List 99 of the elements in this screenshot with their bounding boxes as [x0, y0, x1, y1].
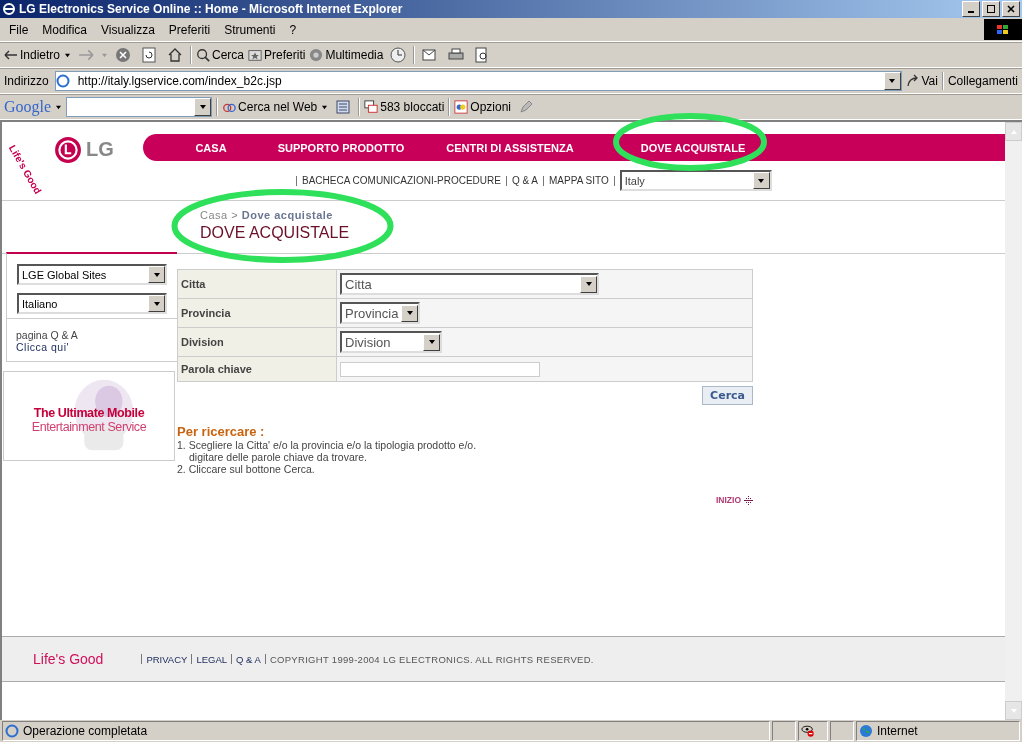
keyword-input-field[interactable]	[340, 361, 540, 377]
sub-nav-link[interactable]: Q & A	[511, 175, 539, 186]
help-step: 2. Cliccare sul bottone Cerca.	[177, 463, 753, 475]
nav-tab[interactable]: CENTRI DI ASSISTENZA	[420, 141, 600, 154]
minimize-button[interactable]	[962, 1, 980, 17]
search-button[interactable]: Cerca	[196, 48, 245, 62]
country-dropdown[interactable]: Italy	[619, 170, 772, 191]
go-button[interactable]: Vai	[905, 74, 938, 88]
form-label: Parola chiave	[178, 357, 337, 381]
footer-link[interactable]: Q & A	[236, 653, 261, 665]
windows-logo-icon	[995, 22, 1011, 37]
down-arrow-icon	[1009, 707, 1018, 714]
close-button[interactable]	[1002, 1, 1020, 17]
caret-icon[interactable]	[55, 104, 63, 110]
caret-icon[interactable]	[64, 52, 72, 58]
page-heading: DOVE ACQUISTALE	[200, 224, 350, 242]
disc-icon	[309, 48, 324, 62]
minimize-icon	[968, 11, 974, 13]
help-step: 1. Scegliere la Citta' e/o la provincia e/o la tipologia prodotto e/o.	[177, 439, 753, 451]
popup-blocker-button[interactable]: 583 bloccati	[364, 100, 445, 114]
promo-banner[interactable]: The Ultimate Mobile Entertainment Service	[3, 371, 175, 461]
curved-arrow-icon	[905, 74, 920, 88]
form-dropdown[interactable]: Citta	[340, 273, 599, 295]
menu-item[interactable]: Modifica	[35, 22, 95, 37]
caret-icon	[405, 310, 414, 316]
footer-slogan: Life's Good	[33, 651, 104, 667]
options-icon	[454, 100, 469, 114]
windows-stack-icon	[364, 100, 379, 114]
breadcrumb: Casa > Dove acquistale	[200, 209, 334, 221]
print-icon[interactable]	[448, 47, 465, 63]
links-button[interactable]: Collegamenti	[947, 74, 1018, 88]
menu-item[interactable]: ?	[282, 22, 304, 37]
footer-link[interactable]: PRIVACY	[146, 653, 188, 665]
web-search-button[interactable]: Cerca nel Web	[222, 100, 318, 114]
caret-icon	[584, 281, 593, 287]
history-icon[interactable]	[390, 47, 407, 63]
back-arrow-icon	[4, 48, 18, 62]
menu-item[interactable]: Visualizza	[94, 22, 162, 37]
form-label: Division	[178, 328, 337, 356]
stop-icon[interactable]	[115, 47, 132, 63]
caret-icon	[152, 271, 161, 278]
banner-subtitle: Entertainment Service	[31, 420, 147, 434]
form-dropdown[interactable]: Division	[340, 331, 442, 353]
caret-icon	[198, 104, 207, 110]
page-icon	[5, 724, 19, 738]
refresh-icon[interactable]	[141, 47, 158, 63]
form-dropdown[interactable]: Provincia	[340, 302, 420, 324]
menu-item[interactable]: Strumenti	[217, 22, 283, 37]
brand-logo-text: LG	[86, 138, 114, 161]
close-icon	[1006, 4, 1016, 14]
google-search-field[interactable]	[66, 97, 213, 117]
favorites-button[interactable]: Preferiti	[248, 48, 306, 62]
up-arrow-icon	[1009, 128, 1018, 135]
back-button[interactable]: Indietro	[4, 48, 61, 62]
back-to-top-link[interactable]: INIZIO	[715, 495, 741, 505]
maximize-icon	[986, 4, 996, 14]
help-title: Per ricercare :	[177, 424, 266, 439]
menu-item[interactable]: File	[2, 22, 36, 37]
nav-tab[interactable]: CASA	[160, 141, 262, 154]
global-sites-dropdown[interactable]: LGE Global Sites	[17, 264, 167, 285]
sub-nav-link[interactable]: BACHECA COMUNICAZIONI-PROCEDURE	[302, 175, 501, 186]
form-label: Provincia	[178, 299, 337, 327]
address-field[interactable]: http://italy.lgservice.com/index_b2c.jsp	[54, 71, 902, 91]
nav-tab[interactable]: DOVE ACQUISTALE	[600, 141, 786, 154]
caret-icon	[888, 78, 896, 84]
footer-link[interactable]: LEGAL	[196, 653, 228, 665]
address-label: Indirizzo	[4, 74, 49, 88]
search-icon	[196, 48, 211, 62]
menu-item[interactable]: Preferiti	[161, 22, 218, 37]
star-folder-icon	[248, 48, 263, 62]
search-submit-button[interactable]: Cerca	[702, 386, 753, 405]
language-dropdown[interactable]: Italiano	[17, 293, 167, 314]
browser-icon	[2, 2, 16, 16]
caret-icon	[757, 177, 766, 184]
qa-link[interactable]: Clicca qui'	[16, 341, 169, 353]
help-step: digitare delle parole chiave da trovare.	[177, 451, 753, 463]
form-label: Citta	[178, 270, 337, 298]
maximize-button[interactable]	[982, 1, 1000, 17]
privacy-eye-icon[interactable]	[801, 724, 815, 738]
page-icon	[55, 74, 70, 88]
status-message: Operazione completata	[23, 724, 148, 738]
options-button[interactable]: Opzioni	[454, 100, 511, 114]
qa-label: pagina Q & A	[16, 329, 79, 341]
caret-icon	[427, 339, 436, 345]
window-title: LG Electronics Service Online :: Home - Microsoft Internet Explorer	[19, 2, 404, 16]
caret-icon[interactable]	[321, 104, 329, 110]
caret-icon	[152, 300, 161, 307]
home-icon[interactable]	[167, 47, 184, 63]
globe-icon	[859, 724, 873, 738]
media-button[interactable]: Multimedia	[309, 48, 384, 62]
google-logo[interactable]: Google	[4, 98, 52, 116]
mail-icon[interactable]	[422, 47, 439, 63]
dropdown-button[interactable]	[883, 72, 901, 90]
sub-nav-link[interactable]: MAPPA SITO	[549, 175, 609, 186]
nav-tab[interactable]: SUPPORTO PRODOTTO	[262, 141, 420, 154]
security-zone: Internet	[877, 724, 918, 738]
copyright-text: COPYRIGHT 1999-2004 LG ELECTRONICS. ALL RIGHTS RESERVED.	[269, 653, 594, 665]
banner-title: The Ultimate Mobile	[33, 406, 145, 420]
logo-circle-icon	[54, 136, 82, 164]
